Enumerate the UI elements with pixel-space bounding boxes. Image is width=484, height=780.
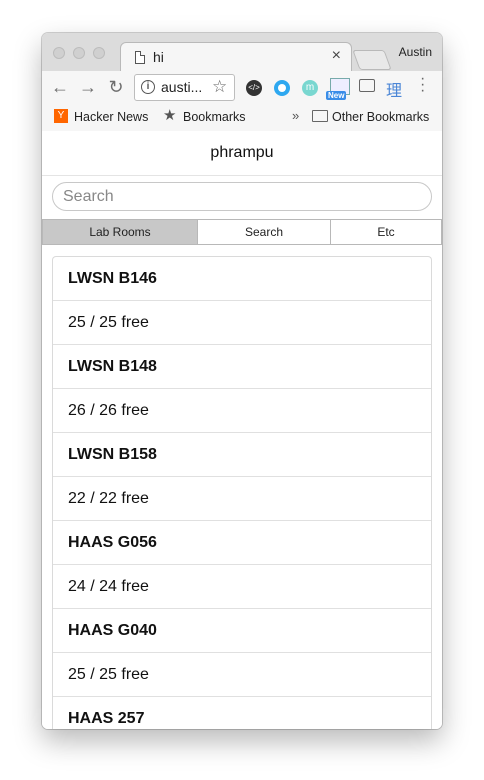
zoom-window-button[interactable] [93,47,105,59]
browser-tab[interactable]: hi × [120,42,352,72]
minimize-window-button[interactable] [73,47,85,59]
room-list: LWSN B146 25 / 25 free LWSN B148 26 / 26… [52,256,432,729]
document-icon [135,51,145,64]
folder-icon [312,110,328,122]
room-name[interactable]: HAAS G040 [53,609,431,653]
segmented-control: Lab Rooms Search Etc [42,219,442,245]
address-bar[interactable]: i austi... ☆ [134,74,235,101]
new-badge: New [326,91,347,100]
more-menu-icon[interactable]: · · · [420,71,425,99]
m-extension-icon[interactable]: m [302,80,318,96]
hacker-news-icon: Y [54,109,68,123]
room-status[interactable]: 22 / 22 free [53,477,431,521]
close-window-button[interactable] [53,47,65,59]
room-status[interactable]: 25 / 25 free [53,653,431,697]
tab-lab-rooms[interactable]: Lab Rooms [43,220,198,244]
back-arrow-icon[interactable]: ← [50,77,70,98]
search-input[interactable] [52,182,432,211]
title-bar: hi × Austin [42,33,442,72]
tab-search[interactable]: Search [198,220,331,244]
reload-icon[interactable]: ↻ [106,77,126,98]
browser-toolbar: ← → ↻ i austi... ☆ </> m New 理 · · · [42,71,442,105]
forward-arrow-icon[interactable]: → [78,77,98,98]
tab-title: hi [153,49,164,65]
page-content: phrampu Lab Rooms Search Etc LWSN B146 2… [42,131,442,729]
bookmark-hacker-news[interactable]: Hacker News [74,110,148,124]
tab-etc[interactable]: Etc [331,220,441,244]
browser-window: hi × Austin ← → ↻ i austi... ☆ </> m New… [42,33,442,729]
bookmark-bookmarks[interactable]: Bookmarks [183,110,246,124]
new-tab-button[interactable] [352,50,392,70]
bookmarks-star-icon: ★ [163,107,177,124]
blue-extension-icon[interactable] [274,80,290,96]
room-status[interactable]: 25 / 25 free [53,301,431,345]
bookmark-star-icon[interactable]: ☆ [212,77,227,97]
profile-name[interactable]: Austin [399,45,432,59]
room-name[interactable]: LWSN B146 [53,257,431,301]
url-text[interactable]: austi... [161,79,202,95]
other-bookmarks[interactable]: Other Bookmarks [332,110,429,124]
room-status[interactable]: 24 / 24 free [53,565,431,609]
translate-extension-icon[interactable]: 理 [386,77,402,101]
room-status[interactable]: 26 / 26 free [53,389,431,433]
bookmarks-bar: Y Hacker News ★ Bookmarks » Other Bookma… [42,105,442,132]
code-extension-icon[interactable]: </> [246,80,262,96]
bookmarks-overflow-icon[interactable]: » [292,108,299,123]
cast-icon[interactable] [359,79,375,92]
room-name[interactable]: HAAS G056 [53,521,431,565]
info-icon[interactable]: i [141,80,155,94]
room-name[interactable]: HAAS 257 [53,697,431,729]
room-name[interactable]: LWSN B148 [53,345,431,389]
close-tab-icon[interactable]: × [332,47,341,65]
room-name[interactable]: LWSN B158 [53,433,431,477]
page-title: phrampu [42,131,442,176]
